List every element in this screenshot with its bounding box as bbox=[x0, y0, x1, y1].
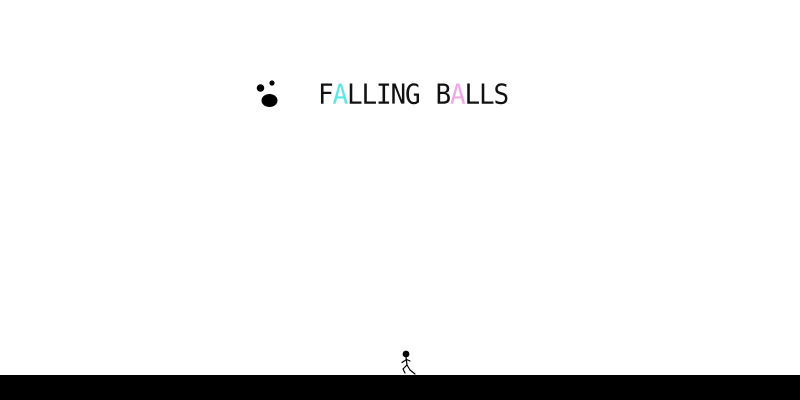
game-stage[interactable]: FALLINGBALLS bbox=[0, 0, 800, 400]
title-letter: I bbox=[376, 79, 393, 111]
title-letter: F bbox=[318, 79, 335, 111]
game-title: FALLINGBALLS bbox=[318, 79, 511, 111]
title-letter: L bbox=[464, 79, 482, 111]
title-letter: B bbox=[435, 79, 453, 111]
ground bbox=[0, 375, 800, 400]
title-letter: S bbox=[493, 79, 511, 111]
title-word: BALLS bbox=[435, 79, 511, 111]
title-letter: N bbox=[390, 79, 408, 111]
falling-balls-icon bbox=[252, 78, 282, 110]
title-letter: L bbox=[361, 79, 379, 111]
title-word: FALLING bbox=[318, 79, 422, 111]
title-letter: A bbox=[332, 79, 350, 111]
title-letter: L bbox=[479, 79, 496, 111]
player-stick-figure-icon bbox=[396, 350, 420, 376]
title-letter: G bbox=[405, 79, 422, 111]
title-letter: L bbox=[347, 79, 364, 111]
title-letter: A bbox=[450, 79, 467, 111]
